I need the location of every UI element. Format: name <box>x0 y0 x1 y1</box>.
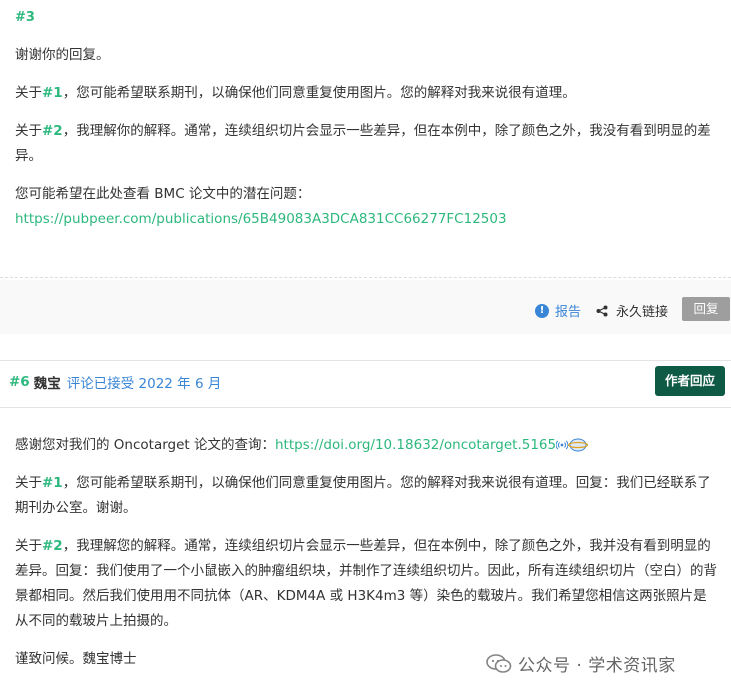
comment-paragraph: 关于#2，我理解您的解释。通常，连续组织切片会显示一些差异，但在本例中，除了颜色… <box>15 538 717 629</box>
comment-6-body: 感谢您对我们的 Oncotarget 论文的查询：https://doi.org… <box>15 433 720 672</box>
comment-footer: ! 报告 永久链接 回复 <box>0 280 731 334</box>
wechat-icon <box>486 653 512 673</box>
reply-button[interactable]: 回复 <box>682 297 730 321</box>
doi-link[interactable]: https://doi.org/10.18632/oncotarget.5165 <box>275 437 556 453</box>
comment-number: #3 <box>15 10 35 25</box>
comment-paragraph: 您可能希望在此处查看 BMC 论文中的潜在问题： https://pubpeer… <box>15 186 507 227</box>
divider <box>0 277 731 278</box>
author-response-button[interactable]: 作者回应 <box>655 366 725 396</box>
comment-greeting: 谢谢你的回复。 <box>15 47 110 63</box>
comment-3: #3 谢谢你的回复。 关于#1，您可能希望联系期刊，以确保他们同意重复使用图片。… <box>0 0 731 334</box>
pubpeer-orb-icon[interactable] <box>568 438 589 452</box>
broadcast-icon <box>556 440 569 450</box>
comment-number: #6 <box>9 374 30 390</box>
comment-author[interactable]: 魏宝 <box>34 372 61 392</box>
watermark: 公众号 · 学术资讯家 <box>486 651 676 676</box>
permalink-button[interactable]: 永久链接 <box>596 301 668 320</box>
comment-ref-link[interactable]: #1 <box>42 85 63 101</box>
comment-paragraph: 关于#1，您可能希望联系期刊，以确保他们同意重复使用图片。您的解释对我来说很有道… <box>15 85 576 101</box>
share-icon <box>596 305 608 316</box>
pubpeer-link[interactable]: https://pubpeer.com/publications/65B4908… <box>15 211 507 227</box>
info-icon: ! <box>535 303 549 318</box>
report-button[interactable]: ! 报告 <box>535 301 581 320</box>
comment-accepted-date: 评论已接受 2022 年 6 月 <box>66 376 222 392</box>
comment-ref-link[interactable]: #2 <box>42 123 63 139</box>
comment-ref-link[interactable]: #1 <box>42 475 63 491</box>
comment-paragraph: 感谢您对我们的 Oncotarget 论文的查询：https://doi.org… <box>15 433 720 458</box>
comment-paragraph: 关于#2，我理解你的解释。通常，连续组织切片会显示一些差异，但在本例中，除了颜色… <box>15 123 711 164</box>
comment-paragraph: 关于#1，您可能希望联系期刊，以确保他们同意重复使用图片。您的解释对我来说很有道… <box>15 475 711 516</box>
comment-6-header: #6 魏宝 评论已接受 2022 年 6 月 作者回应 <box>0 360 731 408</box>
comment-title: #6 魏宝 评论已接受 2022 年 6 月 <box>9 372 221 392</box>
comment-ref-link[interactable]: #2 <box>42 538 63 554</box>
comment-3-body: #3 谢谢你的回复。 关于#1，您可能希望联系期刊，以确保他们同意重复使用图片。… <box>15 10 715 232</box>
comment-gap <box>0 335 731 360</box>
